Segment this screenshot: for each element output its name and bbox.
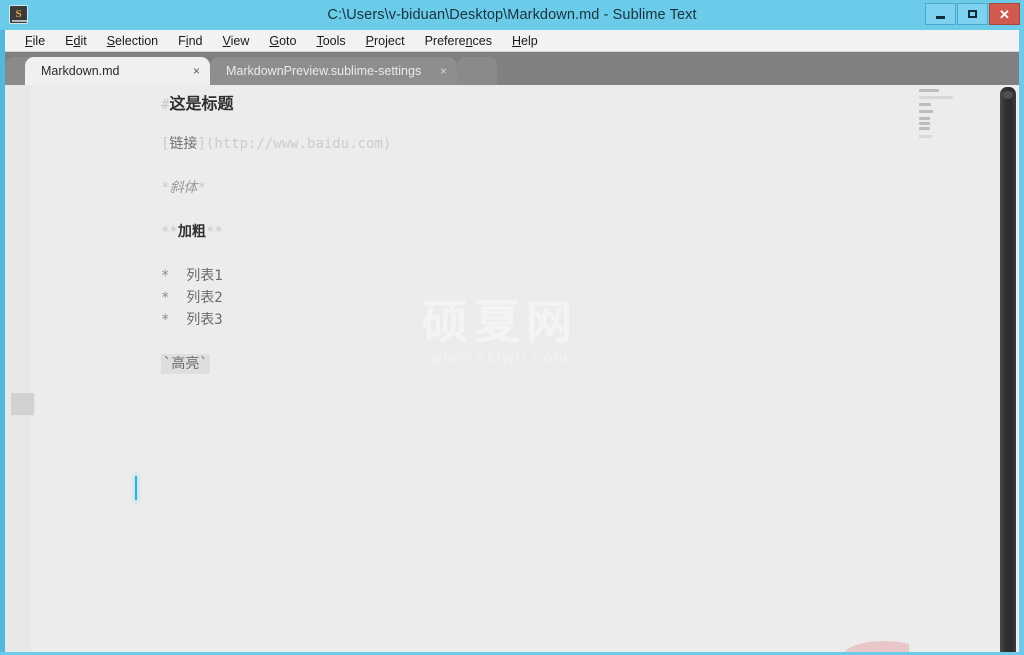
editor-line-code: `高亮` [161, 353, 210, 374]
editor-line-italic-seg-1: 斜体 [169, 180, 198, 196]
minimap-line [919, 122, 930, 125]
menu-item-goto[interactable]: Goto [259, 30, 306, 52]
minimap-line [919, 89, 939, 92]
sublime-text-window: S C:\Users\v-biduan\Desktop\Markdown.md … [0, 0, 1024, 655]
editor-line-list-3-seg-1: 列表3 [169, 312, 223, 328]
tab-markdown-md[interactable]: Markdown.md × [25, 57, 210, 85]
menu-item-find[interactable]: Find [168, 30, 212, 52]
minimap-line [919, 103, 931, 106]
maximize-icon [968, 10, 977, 18]
editor-line-list-3: * 列表3 [161, 309, 223, 329]
menu-item-view[interactable]: View [212, 30, 259, 52]
window-controls: ✕ [925, 3, 1020, 25]
tab-bar: Markdown.md × MarkdownPreview.sublime-sett… [5, 52, 1019, 85]
menu-item-tools[interactable]: Tools [306, 30, 355, 52]
minimap-line [919, 135, 932, 138]
editor-gutter [5, 85, 31, 652]
tab-close-icon[interactable]: × [440, 65, 447, 77]
menu-item-selection[interactable]: Selection [97, 30, 168, 52]
tab-strip-end [457, 57, 497, 85]
minimap[interactable] [909, 85, 995, 652]
editor-line-strong-seg-0: ** [161, 224, 178, 240]
minimap-line [919, 117, 930, 120]
tab-label: Markdown.md [41, 64, 120, 78]
editor-line-italic-seg-2: * [197, 180, 206, 196]
editor-line-strong: **加粗** [161, 221, 223, 241]
editor-line-heading-seg-1: 这是标题 [169, 94, 234, 113]
tab-label: MarkdownPreview.sublime-settings [226, 64, 422, 78]
minimap-line [919, 110, 933, 113]
minimize-icon [936, 16, 945, 19]
editor-body: #这是标题 [链接](http://www.baidu.com) *斜体* **加粗*… [5, 85, 1019, 652]
scrollbar-thumb[interactable] [1000, 87, 1016, 652]
tab-close-icon[interactable]: × [193, 65, 200, 77]
editor-line-list-2-seg-1: 列表2 [169, 290, 223, 306]
editor-line-italic: *斜体* [161, 177, 206, 197]
menu-item-preferences[interactable]: Preferences [415, 30, 502, 52]
close-button[interactable]: ✕ [989, 3, 1020, 25]
editor-line-code-seg-0: `高亮` [161, 354, 210, 374]
editor-line-list-1: * 列表1 [161, 265, 223, 285]
editor-line-heading: #这是标题 [161, 90, 233, 114]
editor-line-strong-seg-1: 加粗 [177, 224, 206, 240]
minimap-line [919, 96, 953, 99]
editor-line-link-seg-2: ](http://www.baidu.com) [197, 136, 392, 152]
menu-item-file[interactable]: File [15, 30, 55, 52]
minimap-line [919, 127, 930, 130]
minimize-button[interactable] [925, 3, 956, 25]
editor-line-link-seg-1: 链接 [169, 136, 198, 152]
editor-text-area[interactable]: #这是标题 [链接](http://www.baidu.com) *斜体* **加粗*… [31, 85, 909, 652]
menu-item-project[interactable]: Project [356, 30, 415, 52]
maximize-button[interactable] [957, 3, 988, 25]
tab-markdownpreview-sublime-settings[interactable]: MarkdownPreview.sublime-settings × [210, 57, 457, 85]
editor-line-strong-seg-2: ** [205, 224, 223, 240]
editor-line-link: [链接](http://www.baidu.com) [161, 133, 391, 153]
editor-line-list-1-seg-1: 列表1 [169, 268, 223, 284]
menu-item-edit[interactable]: Edit [55, 30, 97, 52]
window-border-right [1019, 30, 1024, 655]
menu-bar: File Edit Selection Find View Goto Tools Projec… [5, 30, 1019, 52]
title-bar[interactable]: S C:\Users\v-biduan\Desktop\Markdown.md … [0, 0, 1024, 30]
menu-item-help[interactable]: Help [502, 30, 548, 52]
window-title: C:\Users\v-biduan\Desktop\Markdown.md - … [327, 7, 697, 23]
text-cursor [135, 476, 137, 500]
close-icon: ✕ [999, 6, 1010, 22]
editor-line-list-2: * 列表2 [161, 287, 223, 307]
